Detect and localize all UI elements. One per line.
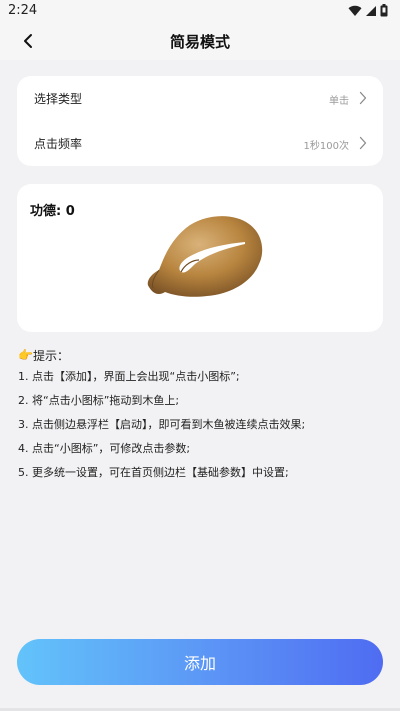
settings-card: 选择类型 单击 点击频率 1秒100次 bbox=[17, 76, 383, 166]
select-type-row[interactable]: 选择类型 单击 bbox=[17, 76, 383, 121]
click-frequency-label: 点击频率 bbox=[34, 137, 83, 151]
tip-line: 3. 点击侧边悬浮栏【启动】，即可看到木鱼被连续点击效果; bbox=[18, 418, 306, 431]
page-title: 简易模式 bbox=[169, 33, 230, 51]
click-frequency-row[interactable]: 点击频率 1秒100次 bbox=[17, 121, 383, 166]
tips-title: 👉 提示： bbox=[18, 345, 388, 365]
tip-line: 5. 更多统一设置，可在首页侧边栏【基础参数】中设置; bbox=[18, 466, 289, 479]
battery-icon bbox=[380, 4, 388, 17]
tip-line: 2. 将“点击小图标”拖动到木鱼上; bbox=[18, 394, 180, 407]
tip-line: 4. 点击“小图标”，可修改点击参数; bbox=[18, 442, 191, 455]
status-bar: 2:24 bbox=[0, 0, 400, 22]
header: 简易模式 bbox=[0, 22, 400, 60]
wooden-fish-card: 功德: 0 bbox=[17, 184, 383, 332]
tip-line: 1. 点击【添加】，界面上会出现“点击小图标”; bbox=[18, 370, 240, 383]
tips-section: 👉 提示： 1. 点击【添加】，界面上会出现“点击小图标”; 2. 将“点击小图… bbox=[18, 345, 388, 485]
wooden-fish-icon[interactable] bbox=[141, 212, 267, 300]
select-type-value: 单击 bbox=[329, 96, 349, 107]
click-frequency-value: 1秒100次 bbox=[303, 141, 349, 152]
select-type-label: 选择类型 bbox=[34, 92, 83, 106]
chevron-right-icon bbox=[359, 91, 367, 105]
add-button[interactable]: 添加 bbox=[17, 639, 383, 685]
status-icons bbox=[348, 4, 388, 17]
signal-icon bbox=[366, 5, 376, 16]
merit-counter: 功德: 0 bbox=[30, 204, 75, 219]
chevron-right-icon bbox=[359, 136, 367, 150]
status-time: 2:24 bbox=[8, 3, 38, 18]
pointing-hand-icon: 👉 bbox=[18, 348, 33, 362]
wifi-icon bbox=[348, 5, 362, 16]
tips-title-text: 提示： bbox=[32, 348, 69, 363]
